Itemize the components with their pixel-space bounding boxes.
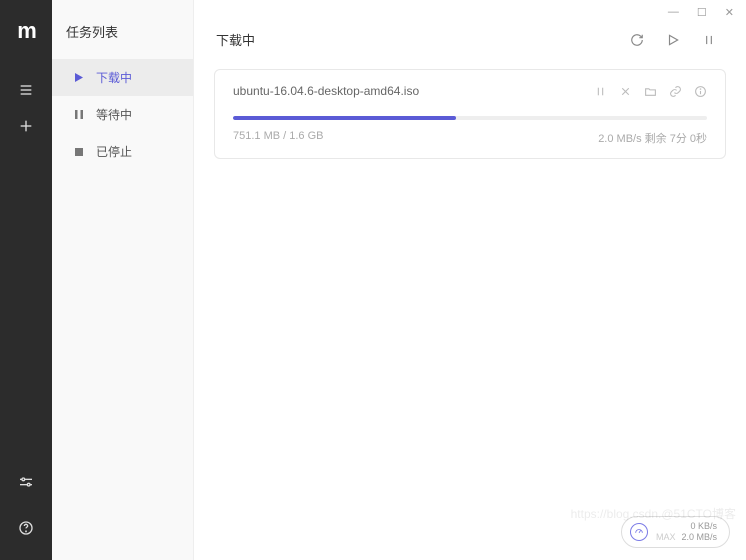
refresh-icon[interactable] (630, 33, 644, 47)
sidebar-item-downloading[interactable]: 下载中 (52, 59, 193, 96)
tasks-button[interactable] (0, 72, 52, 108)
task-card[interactable]: ubuntu-16.04.6-desktop-amd64.iso 751.1 M… (214, 69, 726, 159)
speed-widget[interactable]: 0 KB/s MAX 2.0 MB/s (621, 516, 730, 548)
header-actions (630, 33, 716, 47)
progress-bar (233, 116, 707, 120)
task-link-icon[interactable] (669, 85, 682, 98)
task-list: ubuntu-16.04.6-desktop-amd64.iso 751.1 M… (194, 65, 746, 560)
sidebar-item-waiting[interactable]: 等待中 (52, 96, 193, 133)
upload-speed: 0 KB/s (690, 521, 717, 532)
minimize-button[interactable]: — (668, 6, 679, 18)
page-title: 下载中 (216, 30, 255, 49)
app-logo: m (17, 18, 35, 44)
icon-rail: m (0, 0, 52, 560)
play-icon (74, 73, 84, 82)
sidebar-item-label: 下载中 (96, 69, 132, 86)
task-actions (594, 85, 707, 98)
pause-icon (74, 110, 84, 119)
close-button[interactable]: ✕ (725, 6, 734, 19)
resume-all-icon[interactable] (666, 33, 680, 47)
max-label: MAX (656, 532, 676, 543)
task-close-icon[interactable] (619, 85, 632, 98)
task-info-icon[interactable] (694, 85, 707, 98)
task-speed-eta: 2.0 MB/s 剩余 7分 0秒 (598, 130, 707, 146)
sidebar-item-label: 已停止 (96, 143, 132, 160)
window-controls: — ☐ ✕ (194, 0, 746, 22)
sidebar-title: 任务列表 (52, 12, 193, 59)
progress-fill (233, 116, 456, 120)
task-pause-icon[interactable] (594, 85, 607, 98)
maximize-button[interactable]: ☐ (697, 6, 707, 19)
list-icon (18, 82, 34, 98)
gauge-icon (630, 523, 648, 541)
stop-icon (74, 148, 84, 156)
sliders-icon (18, 474, 34, 490)
sidebar-item-label: 等待中 (96, 106, 132, 123)
help-icon (18, 520, 34, 536)
header: 下载中 (194, 22, 746, 65)
sidebar: 任务列表 下载中 等待中 已停止 (52, 0, 194, 560)
task-folder-icon[interactable] (644, 85, 657, 98)
add-task-button[interactable] (0, 108, 52, 144)
download-speed: 2.0 MB/s (681, 532, 717, 543)
pause-all-icon[interactable] (702, 33, 716, 47)
plus-icon (18, 118, 34, 134)
task-size: 751.1 MB / 1.6 GB (233, 130, 324, 146)
main-panel: — ☐ ✕ 下载中 ubuntu-16.04.6-desktop-amd64.i… (194, 0, 746, 560)
help-button[interactable] (0, 510, 52, 546)
task-filename: ubuntu-16.04.6-desktop-amd64.iso (233, 84, 419, 98)
settings-button[interactable] (0, 464, 52, 500)
sidebar-item-stopped[interactable]: 已停止 (52, 133, 193, 170)
